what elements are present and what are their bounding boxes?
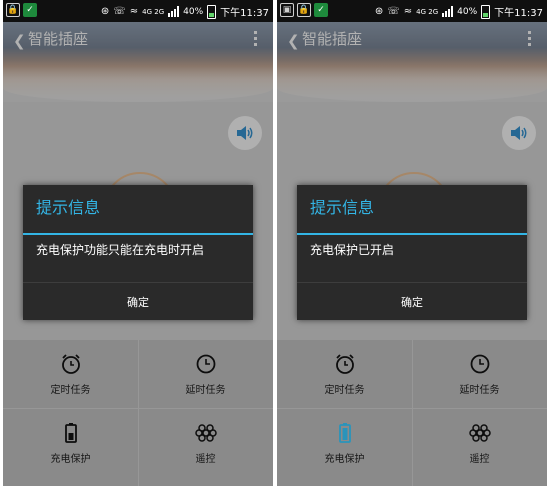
confirm-button[interactable]: 确定: [297, 283, 527, 320]
network-type: 4G 2G: [142, 7, 165, 16]
dialog-message: 充电保护功能只能在充电时开启: [36, 243, 205, 257]
phone-icon: ☏: [387, 6, 400, 17]
battery-icon: [207, 4, 217, 19]
dialog-title-divider: [23, 233, 253, 235]
status-time: 下午11:37: [220, 8, 269, 19]
shield-icon: ✓: [23, 3, 37, 17]
bluetooth-icon: ⊛: [374, 6, 384, 17]
bluetooth-icon: ⊛: [100, 6, 110, 17]
dialog-message: 充电保护已开启: [310, 243, 395, 257]
dialog-title-divider: [297, 233, 527, 235]
screenshot-icon: ▣: [280, 3, 294, 17]
wifi-icon: ≈: [129, 6, 139, 17]
battery-percent: 40%: [457, 6, 478, 17]
battery-icon: [481, 4, 491, 19]
battery-percent: 40%: [183, 6, 204, 17]
dialog-title: 提示信息: [36, 198, 101, 217]
status-bar: ▣ 🔒 ✓ ⊛ ☏ ≈ 4G 2G 40% 下午11:37: [277, 0, 547, 22]
signal-icon: [168, 6, 180, 17]
phone-icon: ☏: [113, 6, 126, 17]
signal-icon: [442, 6, 454, 17]
alert-dialog: 提示信息 充电保护已开启 确定: [297, 185, 527, 320]
shield-icon: ✓: [314, 3, 328, 17]
confirm-button[interactable]: 确定: [23, 283, 253, 320]
phone-screen-left: 🔒 ✓ ⊛ ☏ ≈ 4G 2G 40% 下午11:37 ❮ 智能插座 定时任务 …: [3, 0, 273, 486]
phone-screen-right: ▣ 🔒 ✓ ⊛ ☏ ≈ 4G 2G 40% 下午11:37 ❮ 智能插座 定时任…: [277, 0, 547, 486]
status-bar: 🔒 ✓ ⊛ ☏ ≈ 4G 2G 40% 下午11:37: [3, 0, 273, 22]
lock-icon: 🔒: [6, 3, 20, 17]
wifi-icon: ≈: [403, 6, 413, 17]
status-time: 下午11:37: [494, 8, 543, 19]
alert-dialog: 提示信息 充电保护功能只能在充电时开启 确定: [23, 185, 253, 320]
network-type: 4G 2G: [416, 7, 439, 16]
lock-icon: 🔒: [297, 3, 311, 17]
dialog-title: 提示信息: [310, 198, 375, 217]
